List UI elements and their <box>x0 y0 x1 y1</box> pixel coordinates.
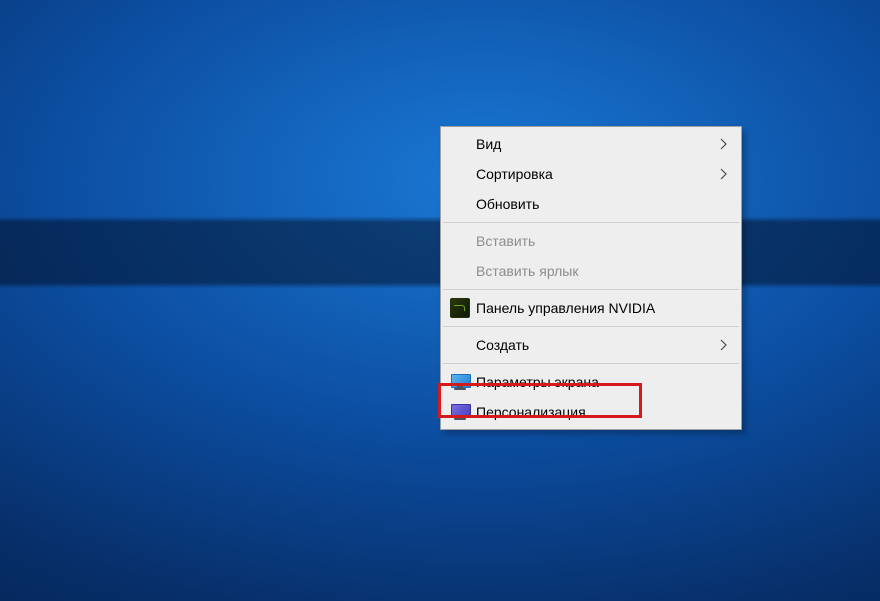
chevron-right-icon <box>716 339 728 351</box>
monitor-icon <box>450 402 476 422</box>
desktop-background[interactable]: Вид Сортировка Обновить Вставить Вставит… <box>0 0 880 601</box>
empty-icon <box>450 194 476 214</box>
menu-item-refresh[interactable]: Обновить <box>442 189 740 219</box>
menu-item-personalize[interactable]: Персонализация <box>442 397 740 427</box>
desktop-context-menu: Вид Сортировка Обновить Вставить Вставит… <box>440 126 742 430</box>
empty-icon <box>450 335 476 355</box>
menu-item-paste-shortcut: Вставить ярлык <box>442 256 740 286</box>
menu-item-sort[interactable]: Сортировка <box>442 159 740 189</box>
menu-label: Персонализация <box>476 404 728 420</box>
menu-separator <box>443 222 739 223</box>
menu-item-new[interactable]: Создать <box>442 330 740 360</box>
menu-item-nvidia-control-panel[interactable]: Панель управления NVIDIA <box>442 293 740 323</box>
menu-item-view[interactable]: Вид <box>442 129 740 159</box>
menu-label: Вид <box>476 136 716 152</box>
menu-label: Вставить <box>476 233 728 249</box>
empty-icon <box>450 134 476 154</box>
chevron-right-icon <box>716 138 728 150</box>
menu-label: Вставить ярлык <box>476 263 728 279</box>
menu-label: Панель управления NVIDIA <box>476 300 728 316</box>
monitor-icon <box>450 372 476 392</box>
menu-label: Сортировка <box>476 166 716 182</box>
menu-separator <box>443 326 739 327</box>
menu-item-display-settings[interactable]: Параметры экрана <box>442 367 740 397</box>
menu-item-paste: Вставить <box>442 226 740 256</box>
empty-icon <box>450 261 476 281</box>
menu-label: Параметры экрана <box>476 374 728 390</box>
nvidia-icon <box>450 298 476 318</box>
menu-label: Создать <box>476 337 716 353</box>
menu-separator <box>443 289 739 290</box>
menu-separator <box>443 363 739 364</box>
empty-icon <box>450 231 476 251</box>
chevron-right-icon <box>716 168 728 180</box>
empty-icon <box>450 164 476 184</box>
menu-label: Обновить <box>476 196 728 212</box>
